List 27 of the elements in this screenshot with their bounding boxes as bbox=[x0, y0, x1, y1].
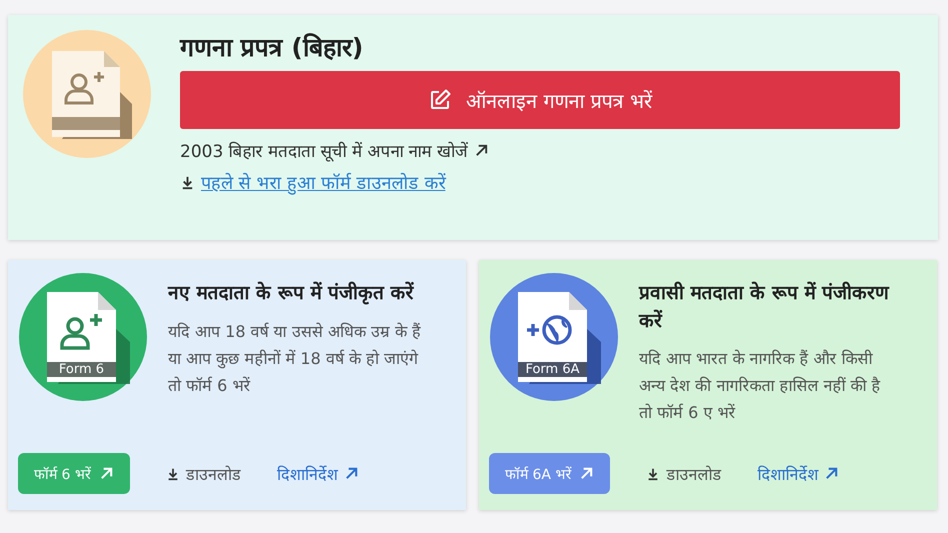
document-icon bbox=[489, 272, 619, 402]
card-title: प्रवासी मतदाता के रूप में पंजीकरण करें bbox=[639, 280, 890, 334]
download-link[interactable]: डाउनलोड bbox=[186, 462, 241, 484]
form-label: Form 6 bbox=[47, 362, 116, 377]
form-label: Form 6A bbox=[518, 362, 587, 377]
card-description: यदि आप भारत के नागरिक हैं और किसी अन्य देश की नागरिकता हासिल नहीं की है तो फॉर्म 6 ए भरें bbox=[639, 348, 882, 424]
guidelines-link[interactable]: दिशानिर्देश bbox=[276, 462, 359, 484]
fill-form-button[interactable]: फॉर्म 6 भरें bbox=[18, 453, 130, 494]
download-icon bbox=[646, 466, 660, 480]
external-arrow-icon bbox=[344, 466, 359, 481]
search-link[interactable]: 2003 बिहार मतदाता सूची में अपना नाम खोजें bbox=[180, 139, 490, 162]
download-icon bbox=[180, 174, 195, 190]
fill-form-button[interactable]: फॉर्म 6A भरें bbox=[489, 453, 610, 494]
download-icon bbox=[166, 466, 180, 480]
external-arrow-icon bbox=[579, 466, 594, 481]
external-arrow-icon bbox=[824, 466, 840, 481]
fill-online-button[interactable]: ऑनलाइन गणना प्रपत्र भरें bbox=[180, 71, 900, 129]
document-icon bbox=[22, 29, 152, 159]
card-description: यदि आप 18 वर्ष या उससे अधिक उम्र के हैं या आप कुछ महीनों में 18 वर्ष के हो जाएंगे तो फॉर्म 6 भरें bbox=[168, 320, 422, 397]
external-arrow-icon bbox=[474, 143, 490, 158]
card-title: नए मतदाता के रूप में पंजीकृत करें bbox=[168, 280, 415, 306]
guidelines-link[interactable]: दिशानिर्देश bbox=[757, 462, 840, 484]
external-arrow-icon bbox=[98, 466, 114, 481]
document-icon bbox=[18, 272, 148, 402]
download-link[interactable]: डाउनलोड bbox=[666, 462, 722, 484]
download-link[interactable]: पहले से भरा हुआ फॉर्म डाउनलोड करें bbox=[201, 170, 446, 194]
card-title: गणना प्रपत्र (बिहार) bbox=[180, 32, 364, 63]
